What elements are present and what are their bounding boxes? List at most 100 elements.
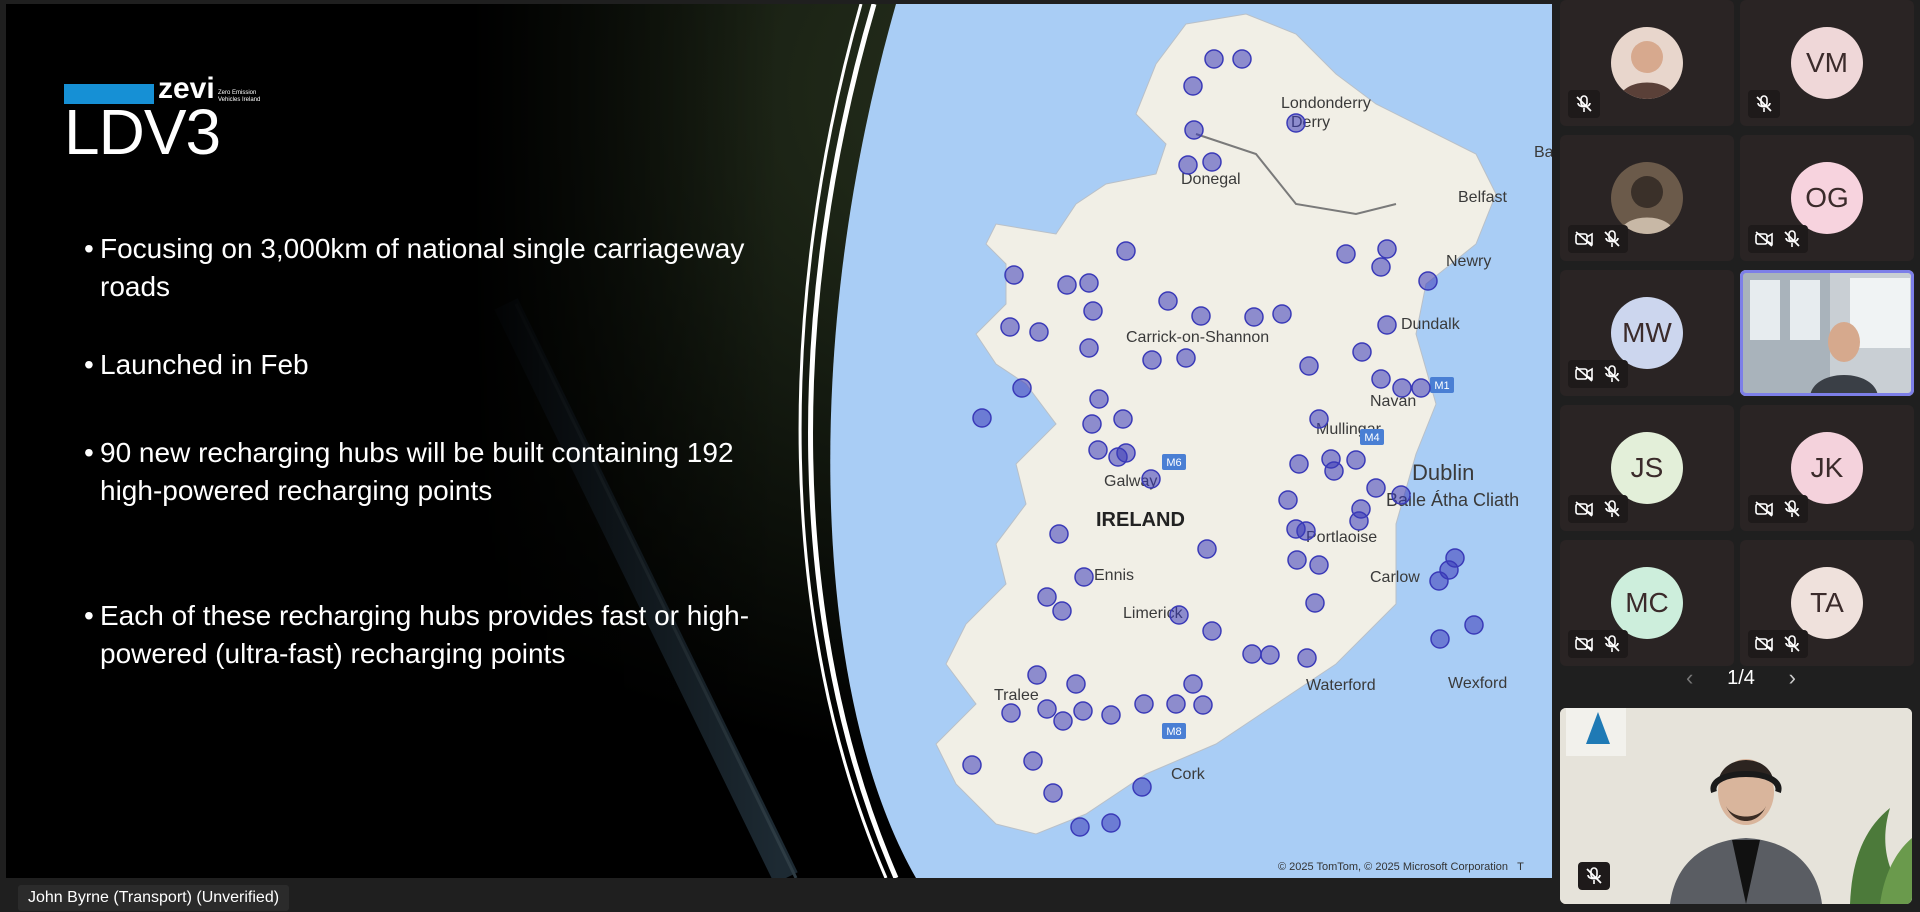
recharging-hub-marker [1074, 567, 1094, 587]
recharging-hub-marker [1392, 378, 1412, 398]
mic-off-icon [1780, 227, 1804, 251]
recharging-hub-marker [1391, 485, 1411, 505]
participant-avatar [1611, 162, 1683, 234]
participant-tile[interactable] [1560, 135, 1734, 261]
recharging-hub-marker [1004, 265, 1024, 285]
recharging-hub-marker [1089, 389, 1109, 409]
map-road-shield: M8 [1162, 723, 1186, 739]
recharging-hub-marker [1037, 587, 1057, 607]
participant-avatar: JK [1791, 432, 1863, 504]
recharging-hub-marker [1184, 120, 1204, 140]
map-place-label: Londonderry [1281, 95, 1371, 112]
map-place-label: Tralee [994, 687, 1039, 704]
recharging-hub-marker [1272, 304, 1292, 324]
recharging-hub-marker [1418, 271, 1438, 291]
participant-tile[interactable]: OG [1740, 135, 1914, 261]
recharging-hub-marker [1309, 409, 1329, 429]
camera-off-icon [1572, 362, 1596, 386]
participant-status-icons [1568, 90, 1600, 118]
recharging-hub-marker [1197, 539, 1217, 559]
map-place-label: Carrick-on-Shannon [1126, 329, 1269, 346]
recharging-hub-marker [1101, 813, 1121, 833]
map-road-shield: M6 [1162, 454, 1186, 470]
recharging-hub-marker [1073, 701, 1093, 721]
recharging-hub-marker [1027, 665, 1047, 685]
recharging-hub-marker [1113, 409, 1133, 429]
recharging-hub-marker [1158, 291, 1178, 311]
map-place-label: Wexford [1448, 675, 1507, 692]
pager-next-button[interactable]: › [1789, 665, 1796, 691]
participant-tile[interactable]: MC [1560, 540, 1734, 666]
recharging-hub-marker [1079, 273, 1099, 293]
recharging-hub-marker [1141, 469, 1161, 489]
recharging-hub-marker [1176, 348, 1196, 368]
self-mic-status [1578, 862, 1610, 890]
recharging-hub-marker [1178, 155, 1198, 175]
participant-status-icons [1748, 630, 1808, 658]
recharging-hub-marker [1012, 378, 1032, 398]
recharging-hub-marker [1202, 152, 1222, 172]
recharging-hub-marker [1278, 490, 1298, 510]
recharging-hub-marker [1336, 244, 1356, 264]
map-place-label: Ennis [1094, 567, 1134, 584]
svg-text:M4: M4 [1364, 432, 1379, 444]
participant-initials: VM [1806, 47, 1848, 78]
recharging-hub-marker [1371, 369, 1391, 389]
recharging-hub-marker [1070, 817, 1090, 837]
participant-tile[interactable]: TA [1740, 540, 1914, 666]
pager-prev-button[interactable]: ‹ [1686, 665, 1693, 691]
recharging-hub-marker [1377, 315, 1397, 335]
bullet-1: • Focusing on 3,000km of national single… [84, 233, 745, 302]
recharging-hub-marker [1066, 674, 1086, 694]
participant-avatar: TA [1791, 567, 1863, 639]
map-place-label: Cork [1171, 766, 1206, 783]
participant-initials: JK [1810, 452, 1844, 483]
recharging-hub-marker [1169, 605, 1189, 625]
participant-initials: JS [1630, 452, 1664, 483]
participant-tile[interactable]: JS [1560, 405, 1734, 531]
participant-status-icons [1568, 360, 1628, 388]
recharging-hub-marker [1232, 49, 1252, 69]
participant-tile[interactable]: VM [1740, 0, 1914, 126]
participant-avatar: MW [1611, 297, 1683, 369]
recharging-hub-marker [1297, 648, 1317, 668]
participant-avatar: VM [1791, 27, 1863, 99]
participant-avatar: JS [1611, 432, 1683, 504]
recharging-hub-marker [1371, 257, 1391, 277]
recharging-hub-marker [1260, 645, 1280, 665]
map-place-label: Waterford [1306, 677, 1376, 694]
self-video-scene [1560, 708, 1912, 904]
map-place-label: Newry [1446, 253, 1491, 270]
participant-tile[interactable]: JK [1740, 405, 1914, 531]
recharging-hub-marker [1309, 555, 1329, 575]
self-video-preview[interactable] [1560, 708, 1912, 904]
recharging-hub-marker [1088, 440, 1108, 460]
map-road-shield: M1 [1430, 377, 1454, 393]
participant-status-icons [1568, 630, 1628, 658]
recharging-hub-marker [1000, 317, 1020, 337]
recharging-hub-marker [1052, 601, 1072, 621]
recharging-hub-marker [1183, 674, 1203, 694]
mic-off-icon[interactable] [1582, 864, 1606, 888]
recharging-hub-marker [1204, 49, 1224, 69]
svg-text:M1: M1 [1434, 380, 1449, 392]
mic-off-icon [1780, 632, 1804, 656]
recharging-hub-marker [1101, 705, 1121, 725]
logo-brand-subtitle: Zero Emission Vehicles Ireland [218, 90, 261, 103]
recharging-hub-marker [1116, 241, 1136, 261]
participant-status-icons [1748, 225, 1808, 253]
recharging-hub-marker [1349, 511, 1369, 531]
recharging-hub-marker [1142, 350, 1162, 370]
participant-tile[interactable]: MW [1560, 270, 1734, 396]
map-place-label: Belfast [1458, 189, 1507, 206]
recharging-hub-marker [1286, 519, 1306, 539]
recharging-hub-marker [1134, 694, 1154, 714]
participant-tile[interactable] [1740, 270, 1914, 396]
bullet-2: • Launched in Feb [84, 349, 309, 380]
participant-tile[interactable] [1560, 0, 1734, 126]
speaker-name-tag: John Byrne (Transport) (Unverified) [18, 885, 290, 911]
recharging-hub-marker [1366, 478, 1386, 498]
recharging-hub-marker [962, 755, 982, 775]
recharging-hub-marker [1202, 621, 1222, 641]
map-place-label: Portlaoise [1306, 529, 1377, 546]
